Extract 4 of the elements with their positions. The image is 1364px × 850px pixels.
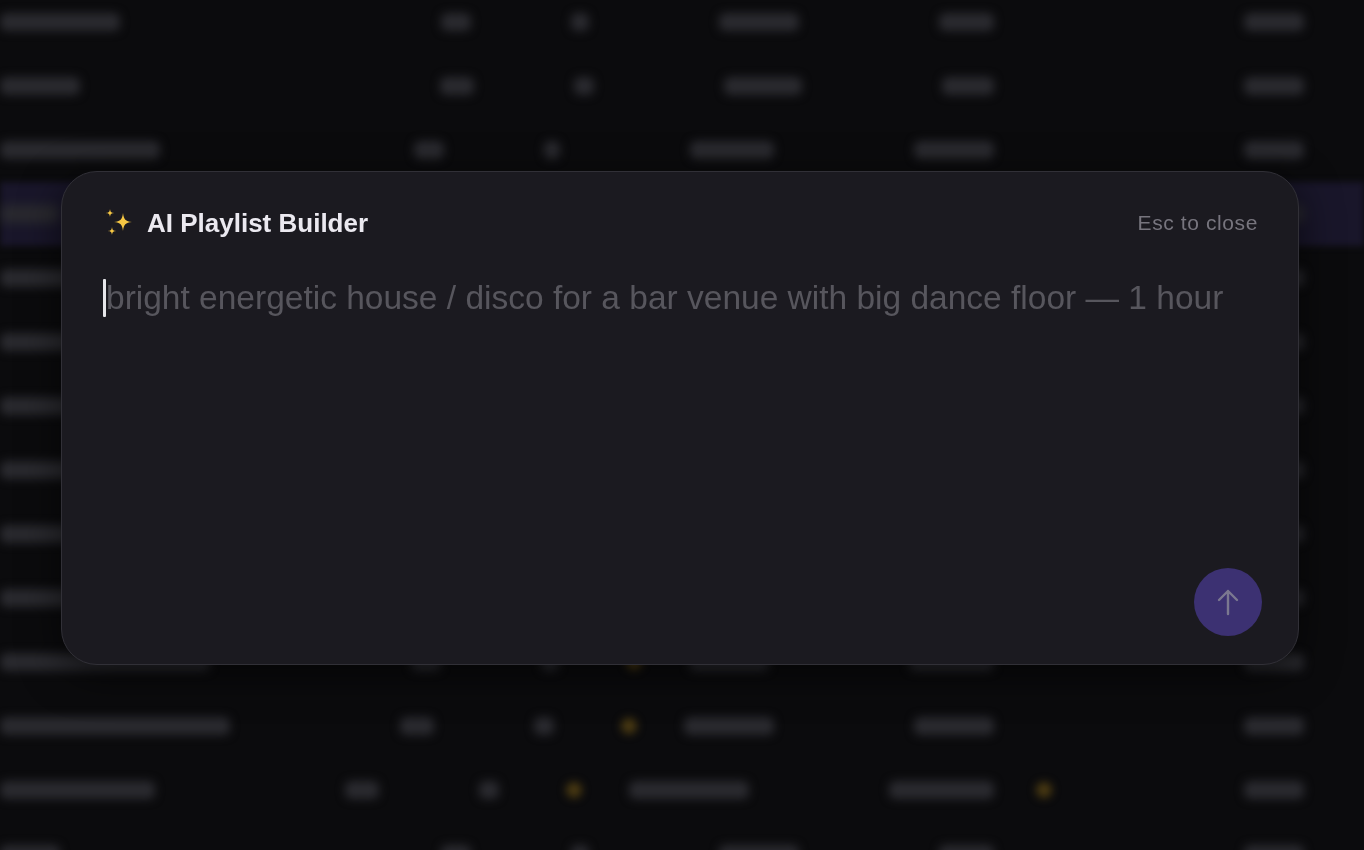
- prompt-input-field[interactable]: bright energetic house / disco for a bar venue with big dance floor — 1 hour: [103, 278, 1262, 358]
- close-hint: Esc to close: [1137, 211, 1258, 235]
- dialog-title: AI Playlist Builder: [147, 207, 369, 239]
- up-arrow-icon: [1217, 588, 1239, 616]
